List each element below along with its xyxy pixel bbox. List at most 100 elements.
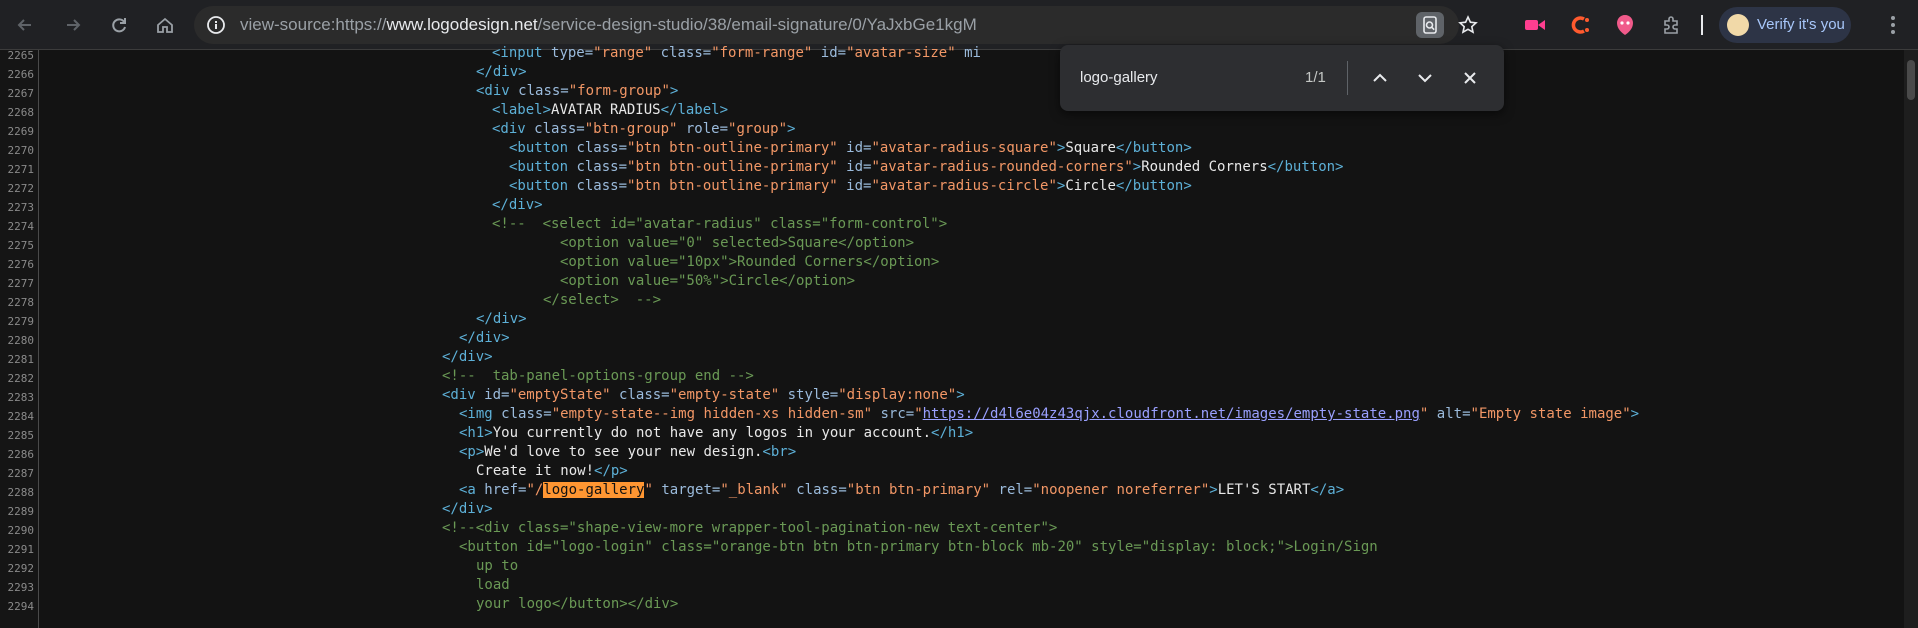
line-number: 2276 — [7, 258, 35, 271]
site-info-icon[interactable] — [206, 15, 226, 35]
line-number: 2267 — [7, 87, 35, 100]
find-previous-button[interactable] — [1366, 64, 1394, 92]
source-line: <!-- tab-panel-options-group end --> — [442, 367, 754, 386]
source-token: </div> — [476, 311, 527, 327]
source-line: <!--<div class="shape-view-more wrapper-… — [442, 519, 1057, 538]
line-number: 2287 — [7, 467, 35, 480]
line-number: 2293 — [7, 581, 35, 594]
source-token: "avatar-size" — [846, 45, 956, 61]
line-number: 2283 — [7, 391, 35, 404]
forward-button[interactable] — [58, 10, 88, 40]
source-line: </div> — [442, 500, 493, 519]
source-token: > — [1132, 159, 1142, 175]
source-token: "btn btn-primary" — [846, 482, 991, 498]
source-token: </h1> — [931, 425, 974, 441]
source-token: class= — [534, 121, 585, 137]
source-token: "btn btn-outline-primary" — [627, 178, 838, 194]
shield-extension-icon — [1617, 15, 1633, 35]
source-token: <h1> — [459, 425, 493, 441]
extension-video-button[interactable] — [1522, 12, 1548, 38]
find-bar-divider — [1347, 61, 1348, 95]
line-number: 2289 — [7, 505, 35, 518]
source-line: </div> — [442, 348, 493, 367]
source-token: <!--<div class="shape-view-more wrapper-… — [442, 520, 1058, 536]
browser-menu-button[interactable] — [1880, 12, 1906, 38]
source-token: <br> — [762, 444, 797, 460]
source-token: <button — [509, 159, 577, 175]
scrollbar-thumb[interactable] — [1907, 60, 1915, 100]
source-token: </select> --> — [543, 292, 662, 308]
source-token: LET'S START — [1217, 482, 1311, 498]
line-number: 2280 — [7, 334, 35, 347]
source-token: "avatar-radius-rounded-corners" — [871, 159, 1133, 175]
source-token: class= — [652, 45, 712, 61]
source-line: </div> — [459, 329, 510, 348]
source-link[interactable]: https://d4l6e04z43qjx.cloudfront.net/ima… — [923, 406, 1420, 422]
source-line: <!-- <select id="avatar-radius" class="f… — [492, 215, 947, 234]
source-token: "group" — [728, 121, 788, 137]
video-extension-icon — [1525, 20, 1545, 30]
source-token: We'd love to see your new design. — [484, 444, 763, 460]
home-icon — [157, 17, 173, 33]
find-match-count: 1/1 — [1305, 69, 1326, 86]
source-token: type= — [551, 45, 594, 61]
find-next-button[interactable] — [1411, 64, 1439, 92]
source-token: class= — [610, 387, 670, 403]
find-in-page-button[interactable] — [1416, 12, 1444, 38]
source-token: </button> — [1115, 178, 1192, 194]
source-line: up to — [476, 557, 518, 576]
source-line: <button class="btn btn-outline-primary" … — [509, 139, 1192, 158]
source-token: <option value="0" selected>Square</optio… — [560, 235, 915, 251]
url-text[interactable]: view-source:https://www.logodesign.net/s… — [240, 6, 977, 44]
line-number: 2286 — [7, 448, 35, 461]
source-line: </div> — [476, 310, 527, 329]
source-token: your logo</button></div> — [476, 596, 679, 612]
source-token: </label> — [660, 102, 729, 118]
extension-shield-button[interactable] — [1612, 12, 1638, 38]
source-token: <option value="50%">Circle</option> — [560, 273, 856, 289]
find-query-input[interactable]: logo-gallery — [1080, 45, 1158, 111]
line-number: 2271 — [7, 163, 35, 176]
url-host: www.logodesign.net — [386, 15, 538, 34]
extensions-menu-button[interactable] — [1658, 12, 1684, 38]
source-line: <h1>You currently do not have any logos … — [459, 424, 973, 443]
source-token: </div> — [459, 330, 510, 346]
source-line: </div> — [492, 196, 543, 215]
source-line: <div id="emptyState" class="empty-state"… — [442, 386, 965, 405]
star-icon — [1458, 15, 1478, 34]
source-token: "Empty state image" — [1470, 406, 1631, 422]
source-token: "display:none" — [838, 387, 957, 403]
arrow-right-icon — [67, 19, 81, 31]
source-token: </button> — [1267, 159, 1344, 175]
profile-button[interactable]: Verify it's you — [1719, 7, 1851, 43]
source-token: class= — [787, 482, 847, 498]
source-line: <div class="form-group"> — [476, 82, 678, 101]
line-number: 2268 — [7, 106, 35, 119]
source-token: <!-- tab-panel-options-group end --> — [442, 368, 754, 384]
source-line: <button class="btn btn-outline-primary" … — [509, 158, 1343, 177]
source-token: <input — [492, 45, 552, 61]
source-view: 2265 2266 2267 2268 2269 2270 2271 2272 2273 2274… — [0, 45, 1918, 628]
reload-button[interactable] — [104, 10, 134, 40]
line-number: 2273 — [7, 201, 35, 214]
profile-label: Verify it's you — [1757, 16, 1845, 33]
line-number: 2282 — [7, 372, 35, 385]
source-token: "empty-state--img hidden-xs hidden-sm" — [551, 406, 873, 422]
source-line: your logo</button></div> — [476, 595, 678, 614]
address-bar[interactable]: view-source:https://www.logodesign.net/s… — [194, 6, 1478, 44]
source-token: load — [476, 577, 510, 593]
home-button[interactable] — [150, 10, 180, 40]
source-token: "range" — [593, 45, 653, 61]
vertical-scrollbar[interactable] — [1904, 50, 1918, 628]
extension-c-button[interactable] — [1567, 12, 1593, 38]
back-button[interactable] — [10, 10, 40, 40]
find-close-button[interactable] — [1456, 64, 1484, 92]
source-token: <button id="logo-login" class="orange-bt… — [459, 539, 1378, 555]
source-token: "noopener noreferrer" — [1032, 482, 1210, 498]
bookmark-button[interactable] — [1454, 12, 1482, 38]
source-token: You currently do not have any logos in y… — [492, 425, 932, 441]
browser-toolbar: view-source:https://www.logodesign.net/s… — [0, 0, 1918, 50]
source-token: </div> — [442, 349, 493, 365]
source-line: <p>We'd love to see your new design.<br> — [459, 443, 796, 462]
c-extension-icon — [1571, 16, 1589, 34]
